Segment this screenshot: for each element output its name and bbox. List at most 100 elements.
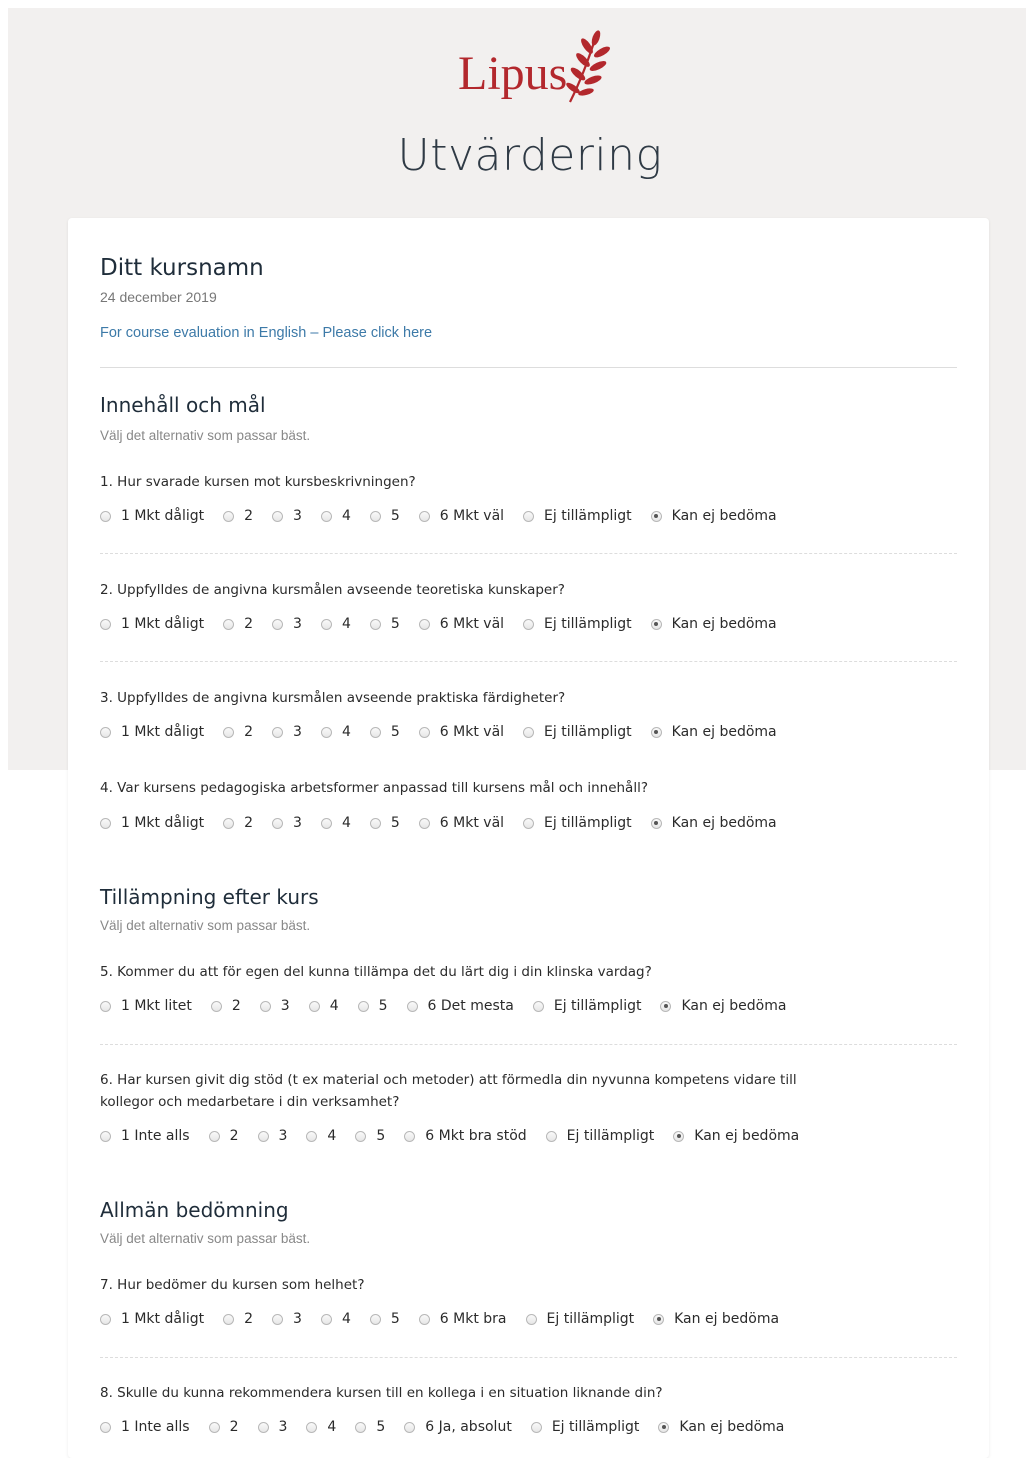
radio-button[interactable] <box>272 618 284 630</box>
radio-option[interactable]: Kan ej bedöma <box>650 815 777 831</box>
radio-option[interactable]: 1 Mkt dåligt <box>100 1311 204 1327</box>
radio-button[interactable] <box>259 1000 271 1012</box>
radio-button[interactable] <box>523 510 535 522</box>
radio-option[interactable]: Kan ej bedöma <box>673 1128 799 1144</box>
radio-option[interactable]: 6 Det mesta <box>406 998 514 1014</box>
radio-option[interactable]: Kan ej bedöma <box>653 1311 779 1327</box>
radio-option[interactable]: Ej tillämpligt <box>523 508 632 524</box>
radio-button[interactable] <box>223 726 235 738</box>
radio-option[interactable]: 4 <box>308 998 339 1014</box>
radio-button[interactable] <box>210 1000 222 1012</box>
radio-option[interactable]: Ej tillämpligt <box>525 1311 634 1327</box>
radio-option[interactable]: 6 Mkt bra stöd <box>404 1128 527 1144</box>
radio-button[interactable] <box>418 618 430 630</box>
radio-option[interactable]: Ej tillämpligt <box>523 724 632 740</box>
radio-option[interactable]: 5 <box>369 724 400 740</box>
radio-button[interactable] <box>100 1421 111 1433</box>
radio-button[interactable] <box>369 618 381 630</box>
radio-option[interactable]: Kan ej bedöma <box>660 998 786 1014</box>
radio-option[interactable]: 4 <box>306 1128 336 1144</box>
radio-button[interactable] <box>418 726 430 738</box>
radio-button[interactable] <box>223 510 235 522</box>
radio-option[interactable]: 5 <box>357 998 388 1014</box>
radio-option[interactable]: 3 <box>257 1419 287 1435</box>
radio-button[interactable] <box>257 1130 269 1142</box>
radio-button[interactable] <box>545 1130 557 1142</box>
radio-option[interactable]: 3 <box>259 998 290 1014</box>
radio-button[interactable] <box>272 726 284 738</box>
radio-button[interactable] <box>369 1313 381 1325</box>
radio-option[interactable]: 6 Ja, absolut <box>404 1419 512 1435</box>
radio-option[interactable]: 2 <box>210 998 241 1014</box>
radio-option[interactable]: 6 Mkt bra <box>418 1311 507 1327</box>
radio-button[interactable] <box>418 510 430 522</box>
radio-button[interactable] <box>523 817 535 829</box>
radio-option[interactable]: 3 <box>272 508 302 524</box>
radio-button[interactable] <box>320 510 332 522</box>
radio-option[interactable]: 1 Mkt dåligt <box>100 724 204 740</box>
radio-button[interactable] <box>308 1000 320 1012</box>
english-evaluation-link[interactable]: For course evaluation in English – Pleas… <box>100 325 432 341</box>
radio-button-checked[interactable] <box>673 1130 685 1142</box>
radio-option[interactable]: Kan ej bedöma <box>650 616 777 632</box>
radio-button[interactable] <box>355 1130 367 1142</box>
radio-button[interactable] <box>272 1313 284 1325</box>
radio-option[interactable]: 5 <box>355 1419 385 1435</box>
radio-option[interactable]: Ej tillämpligt <box>530 1419 639 1435</box>
radio-option[interactable]: 2 <box>223 1311 253 1327</box>
radio-button[interactable] <box>369 726 381 738</box>
radio-option[interactable]: 3 <box>272 616 302 632</box>
radio-button-checked[interactable] <box>650 817 662 829</box>
radio-button[interactable] <box>418 1313 430 1325</box>
radio-button[interactable] <box>357 1000 369 1012</box>
radio-option[interactable]: 4 <box>320 815 351 831</box>
radio-option[interactable]: Kan ej bedöma <box>650 508 777 524</box>
radio-button[interactable] <box>306 1130 318 1142</box>
radio-button[interactable] <box>100 1130 111 1142</box>
radio-button[interactable] <box>306 1421 318 1433</box>
radio-button[interactable] <box>272 510 284 522</box>
radio-button[interactable] <box>525 1313 537 1325</box>
radio-option[interactable]: 2 <box>223 724 253 740</box>
radio-option[interactable]: 4 <box>320 1311 351 1327</box>
radio-option[interactable]: 3 <box>272 1311 302 1327</box>
radio-option[interactable]: Ej tillämpligt <box>523 616 632 632</box>
radio-button-checked[interactable] <box>650 726 662 738</box>
radio-option[interactable]: 3 <box>272 724 302 740</box>
radio-option[interactable]: Ej tillämpligt <box>545 1128 654 1144</box>
radio-button[interactable] <box>100 618 111 630</box>
radio-button[interactable] <box>532 1000 544 1012</box>
radio-button[interactable] <box>100 726 111 738</box>
radio-option[interactable]: 1 Inte alls <box>100 1128 190 1144</box>
radio-button[interactable] <box>523 618 535 630</box>
radio-button[interactable] <box>100 1000 111 1012</box>
radio-option[interactable]: Kan ej bedöma <box>658 1419 784 1435</box>
radio-button[interactable] <box>320 1313 332 1325</box>
radio-button-checked[interactable] <box>658 1421 670 1433</box>
radio-button[interactable] <box>100 1313 111 1325</box>
radio-button-checked[interactable] <box>660 1000 672 1012</box>
radio-button[interactable] <box>320 817 332 829</box>
radio-button[interactable] <box>320 618 332 630</box>
radio-option[interactable]: 6 Mkt väl <box>418 815 504 831</box>
radio-option[interactable]: 1 Mkt dåligt <box>100 815 204 831</box>
radio-button[interactable] <box>404 1130 416 1142</box>
radio-option[interactable]: 4 <box>320 508 351 524</box>
radio-button[interactable] <box>320 726 332 738</box>
radio-button-checked[interactable] <box>650 618 662 630</box>
lipus-logo[interactable]: Lipus <box>448 28 628 108</box>
radio-option[interactable]: 6 Mkt väl <box>418 616 504 632</box>
radio-option[interactable]: 1 Mkt litet <box>100 998 192 1014</box>
radio-option[interactable]: Ej tillämpligt <box>532 998 641 1014</box>
radio-button[interactable] <box>208 1130 220 1142</box>
radio-option[interactable]: 1 Mkt dåligt <box>100 508 204 524</box>
radio-option[interactable]: 1 Inte alls <box>100 1419 190 1435</box>
radio-button[interactable] <box>369 510 381 522</box>
radio-option[interactable]: 2 <box>223 508 253 524</box>
radio-option[interactable]: 5 <box>369 616 400 632</box>
radio-option[interactable]: 2 <box>208 1128 239 1144</box>
radio-button[interactable] <box>369 817 381 829</box>
radio-option[interactable]: 1 Mkt dåligt <box>100 616 204 632</box>
radio-option[interactable]: Kan ej bedöma <box>650 724 777 740</box>
radio-option[interactable]: 3 <box>272 815 302 831</box>
